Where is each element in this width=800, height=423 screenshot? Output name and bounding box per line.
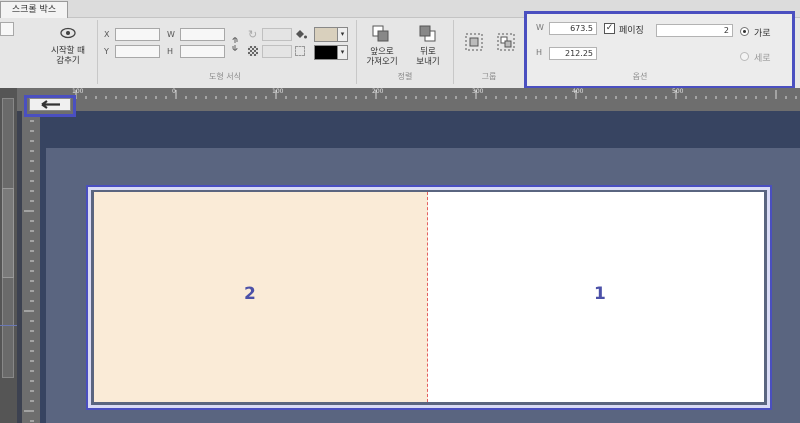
options-group-label: 옵션 xyxy=(632,72,648,81)
line-color-picker[interactable]: ▾ xyxy=(314,45,348,60)
ruler-tick-label: 100 xyxy=(72,88,84,95)
rotate-icon[interactable]: ↻ xyxy=(248,28,258,41)
options-w-label: W xyxy=(536,23,544,32)
bring-forward-line2: 가져오기 xyxy=(366,57,398,67)
eye-icon xyxy=(60,27,76,39)
hide-on-start-line1: 시작할 때 xyxy=(51,46,85,56)
bring-forward-button[interactable]: 앞으로 가져오기 xyxy=(359,47,405,67)
shape-format-group-label: 도형 서식 xyxy=(209,72,241,81)
w-label: W xyxy=(167,30,175,39)
left-stub-field[interactable] xyxy=(0,22,14,36)
separator xyxy=(453,20,454,84)
hide-on-start-button[interactable]: 시작할 때 감추기 xyxy=(44,46,92,66)
send-backward-button[interactable]: 뒤로 보내기 xyxy=(408,47,448,67)
pattern-icon xyxy=(248,46,258,56)
paging-checkbox[interactable]: ✓ xyxy=(604,23,615,34)
chevron-down-icon: ▾ xyxy=(337,28,347,41)
fill-bucket-icon[interactable] xyxy=(294,28,308,40)
options-w-field[interactable]: 673.5 xyxy=(549,22,597,35)
page-1-number: 1 xyxy=(594,284,606,304)
y-label: Y xyxy=(104,47,109,56)
h-field[interactable] xyxy=(180,45,225,58)
horizontal-ruler: 0 100 200 300 400 500 100 xyxy=(0,88,800,111)
h-label: H xyxy=(167,47,174,56)
horizontal-radio[interactable] xyxy=(740,27,749,36)
left-panel xyxy=(0,88,17,423)
arrow-left-icon xyxy=(41,100,60,109)
arrange-group-label: 정렬 xyxy=(397,72,413,81)
group-icon[interactable] xyxy=(465,33,483,51)
ruler-tick-label: 300 xyxy=(472,88,484,95)
bring-forward-line1: 앞으로 xyxy=(370,47,394,57)
separator xyxy=(97,20,98,84)
horizontal-radio-label: 가로 xyxy=(754,29,771,39)
ungroup-icon[interactable] xyxy=(497,33,515,51)
rotate-field[interactable] xyxy=(262,28,292,41)
x-label: X xyxy=(104,30,110,39)
page-2-number: 2 xyxy=(244,284,256,304)
group-group-label: 그룹 xyxy=(481,72,497,81)
ruler-tick-label: 0 xyxy=(172,88,176,95)
page-divider xyxy=(427,192,428,402)
back-button[interactable] xyxy=(29,98,71,111)
border-icon xyxy=(295,46,305,56)
send-backward-line2: 보내기 xyxy=(416,57,440,67)
send-backward-line1: 뒤로 xyxy=(420,47,436,57)
separator xyxy=(356,20,357,84)
y-field[interactable] xyxy=(115,45,160,58)
page-2[interactable] xyxy=(94,192,428,402)
vertical-radio[interactable] xyxy=(740,52,749,61)
paging-label: 페이징 xyxy=(619,26,644,36)
hide-on-start-line2: 감추기 xyxy=(56,56,80,66)
w-field[interactable] xyxy=(180,28,225,41)
x-field[interactable] xyxy=(115,28,160,41)
ruler-tick-label: 400 xyxy=(572,88,584,95)
ruler-tick-label: 500 xyxy=(672,88,684,95)
send-backward-icon xyxy=(419,25,437,43)
options-h-label: H xyxy=(536,48,543,57)
ruler-tick-label: 200 xyxy=(372,88,384,95)
ruler-tick-label: 100 xyxy=(272,88,284,95)
chevron-down-icon: ▾ xyxy=(337,46,347,59)
vertical-radio-label: 세로 xyxy=(754,54,771,64)
tab-scroll-box[interactable]: 스크롤 박스 xyxy=(0,1,68,18)
fill-color-picker[interactable]: ▾ xyxy=(314,27,348,42)
opacity-field[interactable] xyxy=(262,45,292,58)
paging-count-field[interactable]: 2 xyxy=(656,24,733,37)
options-h-field[interactable]: 212.25 xyxy=(549,47,597,60)
bring-forward-icon xyxy=(372,25,390,43)
link-icon[interactable] xyxy=(232,36,238,52)
